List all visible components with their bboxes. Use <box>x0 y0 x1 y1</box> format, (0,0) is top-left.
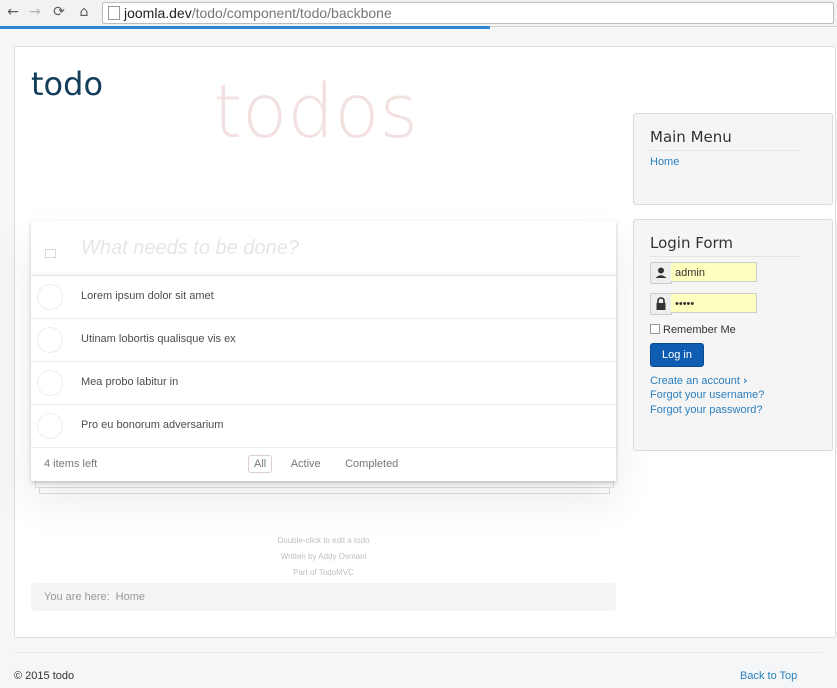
site-container: todo todos What needs to be done? Lorem … <box>14 46 836 638</box>
breadcrumb-prefix: You are here: <box>44 591 110 603</box>
todo-title[interactable]: Utinam lobortis qualisque vis ex <box>81 333 236 345</box>
remember-me-checkbox[interactable] <box>650 324 660 334</box>
create-account-label: Create an account <box>650 375 740 387</box>
todo-stack-shadow <box>35 481 614 488</box>
page-icon <box>108 6 120 20</box>
todo-toggle-checkbox[interactable] <box>37 327 63 353</box>
filter-completed[interactable]: Completed <box>339 455 404 473</box>
new-todo-input[interactable]: What needs to be done? <box>81 237 299 260</box>
back-to-top-link[interactable]: Back to Top <box>740 670 797 682</box>
todo-item[interactable]: Pro eu bonorum adversarium <box>31 405 616 448</box>
password-input[interactable]: ••••• <box>671 293 757 313</box>
create-account-link[interactable]: Create an account › <box>650 374 748 387</box>
address-bar[interactable]: joomla.dev/todo/component/todo/backbone <box>102 2 834 24</box>
user-icon <box>650 262 672 284</box>
todos-heading: todos <box>213 69 419 155</box>
forgot-password-link[interactable]: Forgot your password? <box>650 404 763 416</box>
home-icon[interactable]: ⌂ <box>75 3 93 21</box>
todo-title[interactable]: Lorem ipsum dolor sit amet <box>81 290 214 302</box>
breadcrumb-home-link[interactable]: Home <box>116 591 145 603</box>
todo-item[interactable]: Mea probo labitur in <box>31 362 616 405</box>
todo-info: Double-click to edit a todo Written by A… <box>31 533 616 581</box>
todo-title[interactable]: Pro eu bonorum adversarium <box>81 419 223 431</box>
new-todo-row: What needs to be done? <box>31 221 616 276</box>
browser-toolbar: ← → ⟳ ⌂ joomla.dev/todo/component/todo/b… <box>0 0 837 27</box>
url-host: joomla.dev <box>124 5 192 21</box>
filter-active[interactable]: Active <box>285 455 327 473</box>
menu-item-home[interactable]: Home <box>650 156 679 168</box>
back-arrow-icon[interactable]: ← <box>4 3 22 21</box>
page-load-progress <box>0 26 490 29</box>
todo-toggle-checkbox[interactable] <box>37 284 63 310</box>
todo-item[interactable]: Lorem ipsum dolor sit amet <box>31 276 616 319</box>
login-form-module: Login Form admin ••••• Remember Me Log i… <box>633 219 833 451</box>
remember-me[interactable]: Remember Me <box>650 324 736 336</box>
login-button[interactable]: Log in <box>650 343 704 367</box>
todo-filters: All Active Completed <box>248 454 412 473</box>
reload-icon[interactable]: ⟳ <box>50 3 68 21</box>
username-input[interactable]: admin <box>671 262 757 282</box>
toggle-all-checkbox[interactable] <box>45 249 56 258</box>
password-field: ••••• <box>650 293 758 315</box>
username-field: admin <box>650 262 758 284</box>
filter-all[interactable]: All <box>248 455 273 473</box>
todo-footer: 4 items left All Active Completed <box>31 447 616 481</box>
forward-arrow-icon[interactable]: → <box>26 3 44 21</box>
todo-toggle-checkbox[interactable] <box>37 370 63 396</box>
info-project: Part of TodoMVC <box>293 568 354 577</box>
info-edit-hint: Double-click to edit a todo <box>277 536 370 545</box>
breadcrumb: You are here: Home <box>31 583 616 611</box>
remember-me-label: Remember Me <box>663 324 736 336</box>
url-path: /todo/component/todo/backbone <box>191 5 392 21</box>
todo-item[interactable]: Utinam lobortis qualisque vis ex <box>31 319 616 362</box>
copyright: © 2015 todo <box>14 670 75 682</box>
todo-count: 4 items left <box>44 458 98 470</box>
chevron-right-icon: › <box>742 374 748 387</box>
todo-stack-shadow <box>39 487 610 494</box>
todo-app: What needs to be done? Lorem ipsum dolor… <box>31 221 616 481</box>
lock-icon <box>650 293 672 315</box>
main-menu-module: Main Menu Home <box>633 113 833 205</box>
login-form-title: Login Form <box>650 234 800 257</box>
forgot-username-link[interactable]: Forgot your username? <box>650 389 764 401</box>
todo-title[interactable]: Mea probo labitur in <box>81 376 178 388</box>
todo-toggle-checkbox[interactable] <box>37 413 63 439</box>
footer-divider <box>14 652 822 653</box>
info-author: Written by Addy Osmani <box>280 552 367 561</box>
main-menu-title: Main Menu <box>650 128 800 151</box>
site-brand[interactable]: todo <box>31 65 103 103</box>
